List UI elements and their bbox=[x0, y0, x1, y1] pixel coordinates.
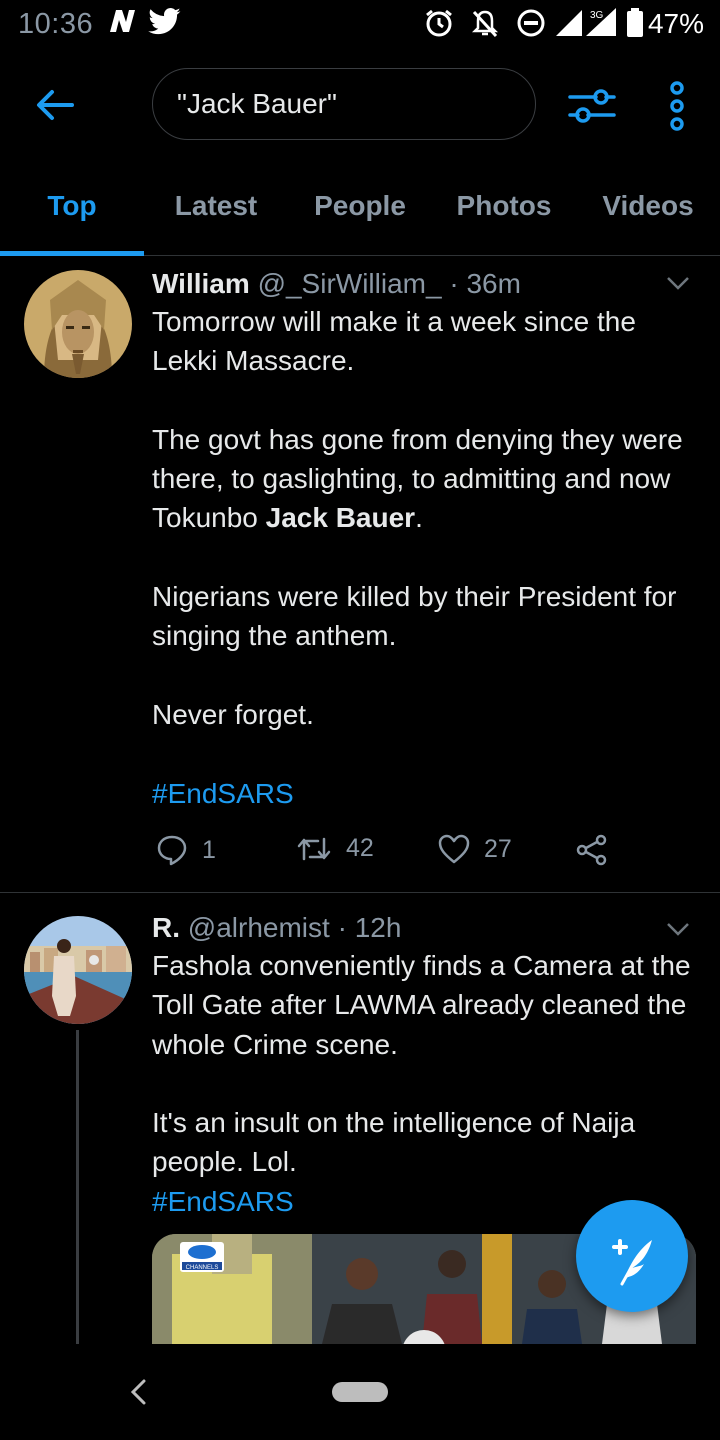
tweet-body: R. @alrhemist · 12h Fashola conveniently… bbox=[152, 910, 692, 1221]
channel-logo-text: CHANNELS bbox=[186, 1265, 219, 1271]
retweet-icon bbox=[297, 837, 331, 860]
tweet-actions: 1 42 27 bbox=[152, 834, 632, 874]
reply-count: 1 bbox=[202, 835, 216, 864]
reply-button[interactable]: 1 bbox=[156, 834, 216, 866]
tweet-paragraph: Never forget. bbox=[152, 698, 314, 730]
active-tab-indicator bbox=[0, 251, 144, 256]
thread-line bbox=[76, 1030, 79, 1344]
hashtag-link[interactable]: #EndSARS bbox=[152, 774, 692, 813]
share-button[interactable] bbox=[576, 834, 608, 866]
tab-photos[interactable]: Photos bbox=[432, 190, 576, 222]
arrow-left-icon bbox=[37, 90, 74, 120]
search-filters-button[interactable] bbox=[566, 80, 618, 132]
pharaoh-statue-image bbox=[24, 270, 132, 378]
tweet-time: 36m bbox=[466, 268, 521, 299]
tweet-paragraph: It's an insult on the intelligence of Na… bbox=[152, 1107, 636, 1178]
battery-percent: 47% bbox=[647, 8, 704, 39]
signal-icon bbox=[554, 8, 584, 45]
like-button[interactable]: 27 bbox=[438, 834, 512, 864]
tweet-paragraph: The govt has gone from denying they were… bbox=[152, 423, 683, 534]
sliders-icon bbox=[568, 89, 616, 123]
status-time: 10:36 bbox=[18, 8, 94, 40]
nav-home-pill[interactable] bbox=[332, 1382, 388, 1402]
separator-dot: · bbox=[449, 268, 459, 299]
battery-icon bbox=[626, 8, 644, 45]
tab-latest[interactable]: Latest bbox=[144, 190, 288, 222]
alarm-icon bbox=[424, 8, 454, 45]
search-query-text: "Jack Bauer" bbox=[177, 88, 337, 119]
nav-back-icon[interactable] bbox=[128, 1378, 148, 1406]
chevron-down-icon[interactable] bbox=[666, 922, 690, 936]
tweet-divider bbox=[0, 892, 720, 893]
tab-top[interactable]: Top bbox=[0, 190, 144, 222]
reply-icon bbox=[157, 835, 187, 866]
search-tabs: Top Latest People Photos Videos bbox=[0, 160, 720, 256]
tweet-paragraph: Tomorrow will make it a week since the L… bbox=[152, 306, 636, 377]
notifications-off-icon bbox=[470, 8, 500, 45]
separator-dot: · bbox=[337, 912, 347, 943]
retweet-button[interactable]: 42 bbox=[296, 834, 374, 863]
tweet-paragraph: Nigerians were killed by their President… bbox=[152, 581, 677, 652]
tweet-text: Tomorrow will make it a week since the L… bbox=[152, 302, 692, 813]
avatar[interactable] bbox=[24, 270, 132, 378]
more-vertical-icon bbox=[670, 81, 684, 131]
compose-tweet-button[interactable] bbox=[576, 1200, 688, 1312]
like-count: 27 bbox=[484, 834, 512, 863]
do-not-disturb-icon bbox=[516, 8, 546, 45]
twitter-bird-icon bbox=[148, 8, 182, 43]
tweet-time: 12h bbox=[354, 912, 402, 943]
chevron-down-icon[interactable] bbox=[666, 276, 690, 290]
tweet-paragraph: Fashola conveniently finds a Camera at t… bbox=[152, 950, 691, 1060]
tab-videos[interactable]: Videos bbox=[576, 190, 720, 222]
person-by-canal-image bbox=[24, 916, 132, 1024]
highlighted-term: Jack Bauer bbox=[265, 502, 416, 534]
svg-text:3G: 3G bbox=[590, 10, 604, 21]
author-name[interactable]: R. bbox=[152, 912, 180, 943]
retweet-count: 42 bbox=[346, 834, 374, 862]
search-input[interactable]: "Jack Bauer" bbox=[152, 68, 536, 140]
compose-feather-icon bbox=[612, 1239, 652, 1286]
nfc-icon bbox=[106, 6, 142, 43]
signal-3g-icon: 3G bbox=[584, 6, 620, 45]
author-name[interactable]: William bbox=[152, 268, 250, 299]
heart-icon bbox=[438, 834, 470, 864]
author-handle[interactable]: @alrhemist bbox=[188, 912, 330, 943]
tab-people[interactable]: People bbox=[288, 190, 432, 222]
status-bar: 10:36 3G 47% bbox=[0, 0, 720, 50]
more-options-button[interactable] bbox=[660, 78, 694, 134]
share-icon bbox=[576, 834, 607, 866]
tweet-text: Fashola conveniently finds a Camera at t… bbox=[152, 946, 692, 1221]
back-button[interactable] bbox=[30, 80, 80, 130]
avatar[interactable] bbox=[24, 916, 132, 1024]
tweet-header: R. @alrhemist · 12h bbox=[152, 910, 692, 946]
tweet-header: William @_SirWilliam_ · 36m bbox=[152, 266, 692, 302]
tweet[interactable]: William @_SirWilliam_ · 36m Tomorrow wil… bbox=[0, 262, 720, 892]
tweet-body: William @_SirWilliam_ · 36m Tomorrow wil… bbox=[152, 266, 692, 813]
author-handle[interactable]: @_SirWilliam_ bbox=[258, 268, 442, 299]
